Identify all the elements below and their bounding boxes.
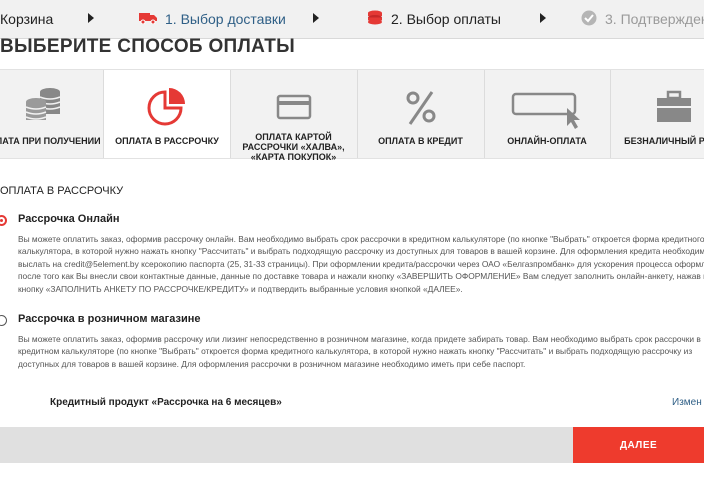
coins-stack-icon [0,86,103,132]
step-confirm-label: 3. Подтверждени [605,11,704,27]
step-cart[interactable]: Корзина [0,0,53,38]
step-cart-label: Корзина [0,11,54,27]
method-label: ОПЛАТА В РАССРОЧКУ [115,136,219,146]
next-button[interactable]: ДАЛЕЕ [573,427,704,463]
radio-store-installment[interactable] [0,315,7,326]
payment-methods: ОПЛАТА ПРИ ПОЛУЧЕНИИ ОПЛАТА В РАССРОЧКУ … [0,69,704,162]
option-description: Вы можете оплатить заказ, оформив рассро… [18,333,704,370]
method-bank-transfer[interactable]: БЕЗНАЛИЧНЫЙ РАСЧ [610,70,704,158]
credit-product-label: Кредитный продукт «Рассрочка на 6 месяце… [50,397,282,408]
option-description: Вы можете оплатить заказ, оформив рассро… [18,233,704,295]
step-delivery-label: 1. Выбор доставки [165,11,286,27]
coins-icon [367,10,383,29]
method-installment[interactable]: ОПЛАТА В РАССРОЧКУ [103,70,231,158]
chevron-right-icon [88,13,94,23]
description-line: после того как Вы внесли свои контактные… [18,271,704,282]
description-line: Вы можете оплатить заказ, оформив рассро… [18,234,704,244]
method-online[interactable]: ОНЛАЙН-ОПЛАТА [484,70,611,158]
percent-icon [357,86,484,132]
truck-icon [139,11,157,27]
description-line: Вы можете оплатить заказ, оформив рассро… [18,334,701,344]
change-link[interactable]: Измен [672,397,702,408]
step-payment-label: 2. Выбор оплаты [391,11,501,27]
option-title[interactable]: Рассрочка в розничном магазине [18,313,201,325]
pie-chart-icon [104,86,230,132]
method-credit[interactable]: ОПЛАТА В КРЕДИТ [357,70,485,158]
method-label: ОПЛАТА КАРТОЙ РАССРОЧКИ «ХАЛВА», «КАРТА … [242,132,345,162]
radio-online-installment[interactable] [0,215,7,226]
description-line: кредитном калькуляторе (по кнопке "Выбра… [18,346,693,357]
step-delivery[interactable]: 1. Выбор доставки [139,0,286,38]
chevron-right-icon [540,13,546,23]
method-label: ОПЛАТА В КРЕДИТ [378,136,463,146]
card-icon [230,86,357,132]
option-title[interactable]: Рассрочка Онлайн [18,213,120,225]
description-line: калькулятора, в которой нужно нажать кно… [18,246,704,257]
page-title: ВЫБЕРИТЕ СПОСОБ ОПЛАТЫ [0,36,296,57]
check-icon [581,10,597,29]
method-label: ОНЛАЙН-ОПЛАТА [507,136,587,146]
description-line: выслать на credit@5element.by ксерокопию… [18,258,704,269]
section-title: ОПЛАТА В РАССРОЧКУ [0,185,124,197]
method-label: БЕЗНАЛИЧНЫЙ РАСЧ [624,136,704,146]
description-line: доступных для товаров в вашей корзине. Д… [18,358,526,369]
method-label: ОПЛАТА ПРИ ПОЛУЧЕНИИ [0,136,101,146]
step-payment[interactable]: 2. Выбор оплаты [367,0,501,38]
method-installment-card[interactable]: ОПЛАТА КАРТОЙ РАССРОЧКИ «ХАЛВА», «КАРТА … [230,70,358,162]
step-confirm[interactable]: 3. Подтверждени [581,0,704,38]
chevron-right-icon [313,13,319,23]
online-cursor-icon [484,86,610,132]
briefcase-icon [610,86,704,132]
method-cash-on-delivery[interactable]: ОПЛАТА ПРИ ПОЛУЧЕНИИ [0,70,104,158]
checkout-steps: Корзина 1. Выбор доставки 2. Выбор оплат… [0,0,704,39]
description-line: кнопку «ЗАПОЛНИТЬ АНКЕТУ ПО РАССРОЧКЕ/КР… [18,283,463,294]
